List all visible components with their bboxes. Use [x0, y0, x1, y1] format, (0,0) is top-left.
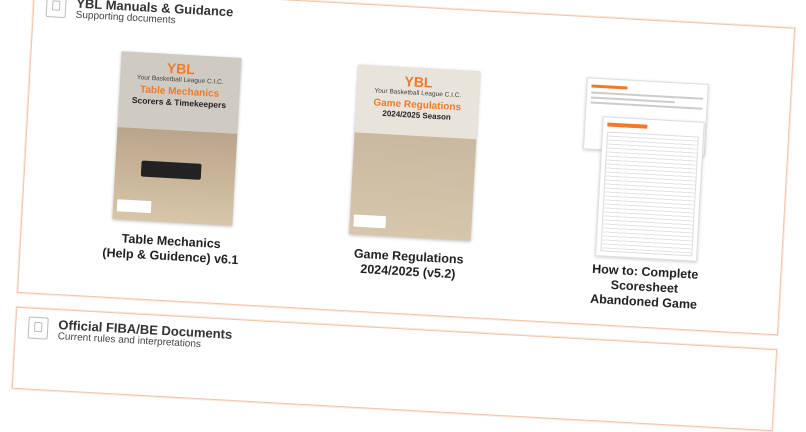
- cover-version-box: [353, 214, 386, 229]
- page-sheet: YBL Manuals & Guidance Supporting docume…: [0, 0, 806, 432]
- document-card-game-regulations[interactable]: YBL Your Basketball League C.I.C. Game R…: [338, 64, 490, 283]
- section-panel-manuals: YBL Manuals & Guidance Supporting docume…: [17, 0, 796, 336]
- cover-version-box: [116, 199, 152, 214]
- document-cover[interactable]: YBL Your Basketball League C.I.C. Game R…: [348, 64, 481, 242]
- document-card-scoresheet-abandoned[interactable]: How to: Complete Scoresheet Abandoned Ga…: [558, 76, 741, 314]
- document-caption[interactable]: How to: Complete Scoresheet Abandoned Ga…: [558, 260, 730, 314]
- document-caption[interactable]: Game Regulations 2024/2025 (v5.2): [338, 246, 479, 284]
- document-cover[interactable]: [571, 77, 731, 265]
- document-cover[interactable]: YBL Your Basketball League C.I.C. Table …: [112, 51, 242, 226]
- section-header: YBL Manuals & Guidance Supporting docume…: [45, 0, 234, 30]
- section-header: Official FIBA/BE Documents Current rules…: [27, 316, 233, 352]
- scoresheet-preview: [595, 116, 705, 262]
- document-icon: [27, 316, 49, 340]
- document-card-table-mechanics[interactable]: YBL Your Basketball League C.I.C. Table …: [100, 51, 252, 268]
- document-caption[interactable]: Table Mechanics (Help & Guidence) v6.1: [100, 230, 241, 268]
- scoreboard-graphic: [140, 160, 202, 180]
- document-icon: [45, 0, 67, 19]
